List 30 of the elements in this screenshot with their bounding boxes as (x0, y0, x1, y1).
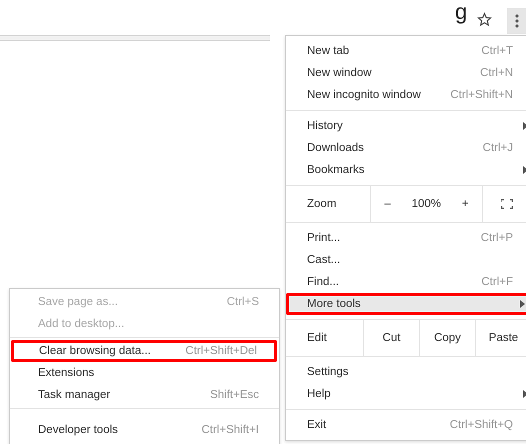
zoom-out-button[interactable]: – (378, 196, 397, 212)
menu-item[interactable]: Extensions (10, 362, 279, 384)
edit-button[interactable]: Copy (419, 320, 475, 356)
menu-item[interactable]: Print... Ctrl+P (286, 227, 526, 249)
menu-item[interactable]: Clear browsing data... Ctrl+Shift+Del (11, 340, 277, 362)
edit-button[interactable]: Paste (475, 320, 526, 356)
zoom-in-button[interactable]: + (456, 196, 475, 212)
menu-item[interactable]: New tab Ctrl+T (286, 40, 526, 62)
menu-item[interactable]: Task manager Shift+Esc (10, 384, 279, 406)
menu-item[interactable]: Cast... (286, 249, 526, 271)
menu-item[interactable]: Downloads Ctrl+J (286, 137, 526, 159)
menu-item[interactable]: Developer tools Ctrl+Shift+I (10, 419, 279, 441)
menu-item[interactable]: Bookmarks (286, 159, 526, 181)
menu-item[interactable]: New incognito window Ctrl+Shift+N (286, 84, 526, 106)
menu-item[interactable]: More tools (286, 293, 526, 315)
page-heading: g (455, 0, 468, 24)
fullscreen-icon[interactable] (501, 199, 513, 209)
zoom-label: Zoom (286, 186, 371, 222)
menu-item[interactable]: New window Ctrl+N (286, 62, 526, 84)
dots-icon (514, 14, 518, 28)
menu-item[interactable]: Exit Ctrl+Shift+Q (286, 414, 526, 436)
menu-item[interactable]: Settings (286, 361, 526, 383)
star-icon[interactable] (477, 12, 492, 27)
menu-item[interactable]: Find... Ctrl+F (286, 271, 526, 293)
menu-button[interactable] (507, 8, 526, 34)
menu-item[interactable]: History (286, 115, 526, 137)
menu-item[interactable]: Help (286, 383, 526, 405)
edit-button[interactable]: Cut (363, 320, 419, 356)
zoom-level: 100% (412, 198, 442, 210)
edit-label: Edit (306, 331, 328, 346)
